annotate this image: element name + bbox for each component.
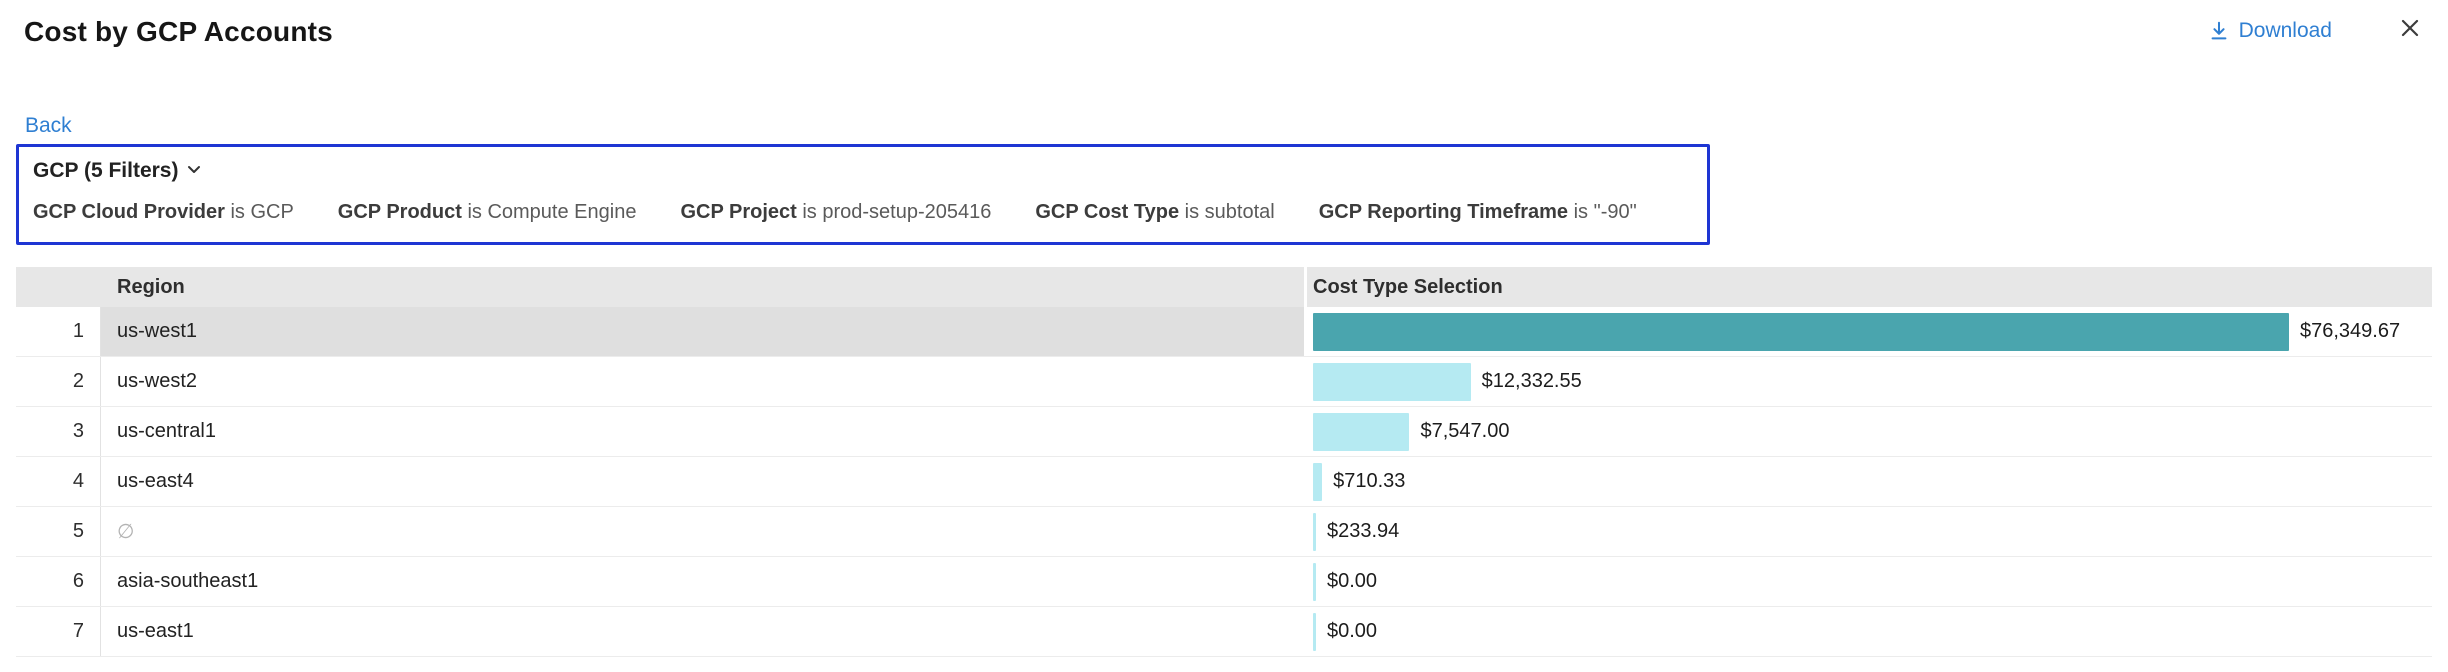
table-row: 2 us-west2 $12,332.55 xyxy=(16,357,2432,407)
row-cost-label: $0.00 xyxy=(1327,570,1377,593)
row-index-cell: 4 xyxy=(16,457,101,506)
row-index: 5 xyxy=(73,520,84,543)
download-icon xyxy=(2208,20,2230,42)
topbar: Cost by GCP Accounts Download xyxy=(0,0,2448,48)
filter-condition: is subtotal xyxy=(1185,201,1275,223)
filter-name: GCP Project xyxy=(680,201,796,223)
filter-item: GCP Project is prod-setup-205416 xyxy=(680,201,991,224)
download-button[interactable]: Download xyxy=(2208,19,2332,43)
table-row: 3 us-central1 $7,547.00 xyxy=(16,407,2432,457)
table-header: Region Cost Type Selection xyxy=(16,267,2432,307)
filter-name: GCP Cloud Provider xyxy=(33,201,225,223)
row-region: asia-southeast1 xyxy=(117,570,258,593)
filter-item: GCP Product is Compute Engine xyxy=(338,201,637,224)
cost-cell: $76,349.67 xyxy=(1304,307,2432,356)
filter-list: GCP Cloud Provider is GCP GCP Product is … xyxy=(33,201,1691,224)
region-cell[interactable]: us-east4 xyxy=(101,457,1304,506)
cost-bar[interactable] xyxy=(1313,513,1316,551)
row-index: 3 xyxy=(73,420,84,443)
cost-bar[interactable] xyxy=(1313,413,1409,451)
row-cost-label: $0.00 xyxy=(1327,620,1377,643)
row-cost-label: $7,547.00 xyxy=(1420,420,1509,443)
row-cost-label: $233.94 xyxy=(1327,520,1399,543)
cost-bar[interactable] xyxy=(1313,463,1322,501)
row-index: 2 xyxy=(73,370,84,393)
row-region: us-west1 xyxy=(117,320,197,343)
row-cost-label: $12,332.55 xyxy=(1482,370,1582,393)
filter-condition: is Compute Engine xyxy=(467,201,636,223)
row-cost-label: $76,349.67 xyxy=(2300,320,2400,343)
row-index: 4 xyxy=(73,470,84,493)
filter-panel: GCP (5 Filters) GCP Cloud Provider is GC… xyxy=(16,144,1710,245)
filter-summary-label: GCP (5 Filters) xyxy=(33,159,178,183)
cost-cell: $710.33 xyxy=(1304,457,2432,506)
cost-bar[interactable] xyxy=(1313,363,1471,401)
cost-bar[interactable] xyxy=(1313,613,1316,651)
filter-name: GCP Product xyxy=(338,201,462,223)
row-index: 7 xyxy=(73,620,84,643)
close-button[interactable] xyxy=(2398,16,2422,45)
cost-cell: $233.94 xyxy=(1304,507,2432,556)
region-cell[interactable]: us-west1 xyxy=(101,307,1304,356)
table-row: 7 us-east1 $0.00 xyxy=(16,607,2432,657)
chevron-down-icon xyxy=(186,161,202,182)
close-icon xyxy=(2398,16,2422,45)
row-index-cell: 1 xyxy=(16,307,101,356)
filter-item: GCP Cloud Provider is GCP xyxy=(33,201,294,224)
filter-condition: is prod-setup-205416 xyxy=(802,201,991,223)
cost-cell: $0.00 xyxy=(1304,607,2432,656)
row-index-cell: 7 xyxy=(16,607,101,656)
header-cell-cost[interactable]: Cost Type Selection xyxy=(1304,267,2432,307)
table-body: 1 us-west1 $76,349.67 2 us-west2 $12,332… xyxy=(16,307,2432,657)
region-cell[interactable]: asia-southeast1 xyxy=(101,557,1304,606)
row-region: us-central1 xyxy=(117,420,216,443)
table-row: 6 asia-southeast1 $0.00 xyxy=(16,557,2432,607)
page-title: Cost by GCP Accounts xyxy=(24,16,333,48)
filter-item: GCP Cost Type is subtotal xyxy=(1035,201,1274,224)
filter-condition: is "-90" xyxy=(1574,201,1637,223)
row-index-cell: 2 xyxy=(16,357,101,406)
row-index-cell: 3 xyxy=(16,407,101,456)
filter-name: GCP Cost Type xyxy=(1035,201,1179,223)
cost-cell: $12,332.55 xyxy=(1304,357,2432,406)
header-cell-region[interactable]: Region xyxy=(101,267,1304,307)
region-cell[interactable]: ∅ xyxy=(101,507,1304,556)
row-region: us-east4 xyxy=(117,470,194,493)
filter-summary[interactable]: GCP (5 Filters) xyxy=(33,159,202,183)
cost-bar[interactable] xyxy=(1313,563,1316,601)
topbar-actions: Download xyxy=(2208,16,2422,45)
region-cell[interactable]: us-central1 xyxy=(101,407,1304,456)
row-region: us-west2 xyxy=(117,370,197,393)
table-row: 1 us-west1 $76,349.67 xyxy=(16,307,2432,357)
cost-cell: $0.00 xyxy=(1304,557,2432,606)
row-index-cell: 5 xyxy=(16,507,101,556)
row-region: ∅ xyxy=(117,519,134,544)
filter-item: GCP Reporting Timeframe is "-90" xyxy=(1319,201,1637,224)
download-label: Download xyxy=(2239,19,2332,43)
filter-condition: is GCP xyxy=(230,201,293,223)
filter-name: GCP Reporting Timeframe xyxy=(1319,201,1568,223)
cost-table: Region Cost Type Selection 1 us-west1 $7… xyxy=(16,267,2432,657)
row-region: us-east1 xyxy=(117,620,194,643)
region-cell[interactable]: us-east1 xyxy=(101,607,1304,656)
region-cell[interactable]: us-west2 xyxy=(101,357,1304,406)
row-index-cell: 6 xyxy=(16,557,101,606)
cost-cell: $7,547.00 xyxy=(1304,407,2432,456)
table-row: 4 us-east4 $710.33 xyxy=(16,457,2432,507)
cost-bar[interactable] xyxy=(1313,313,2289,351)
row-cost-label: $710.33 xyxy=(1333,470,1405,493)
back-link[interactable]: Back xyxy=(25,114,72,138)
row-index: 6 xyxy=(73,570,84,593)
row-index: 1 xyxy=(73,320,84,343)
table-row: 5 ∅ $233.94 xyxy=(16,507,2432,557)
